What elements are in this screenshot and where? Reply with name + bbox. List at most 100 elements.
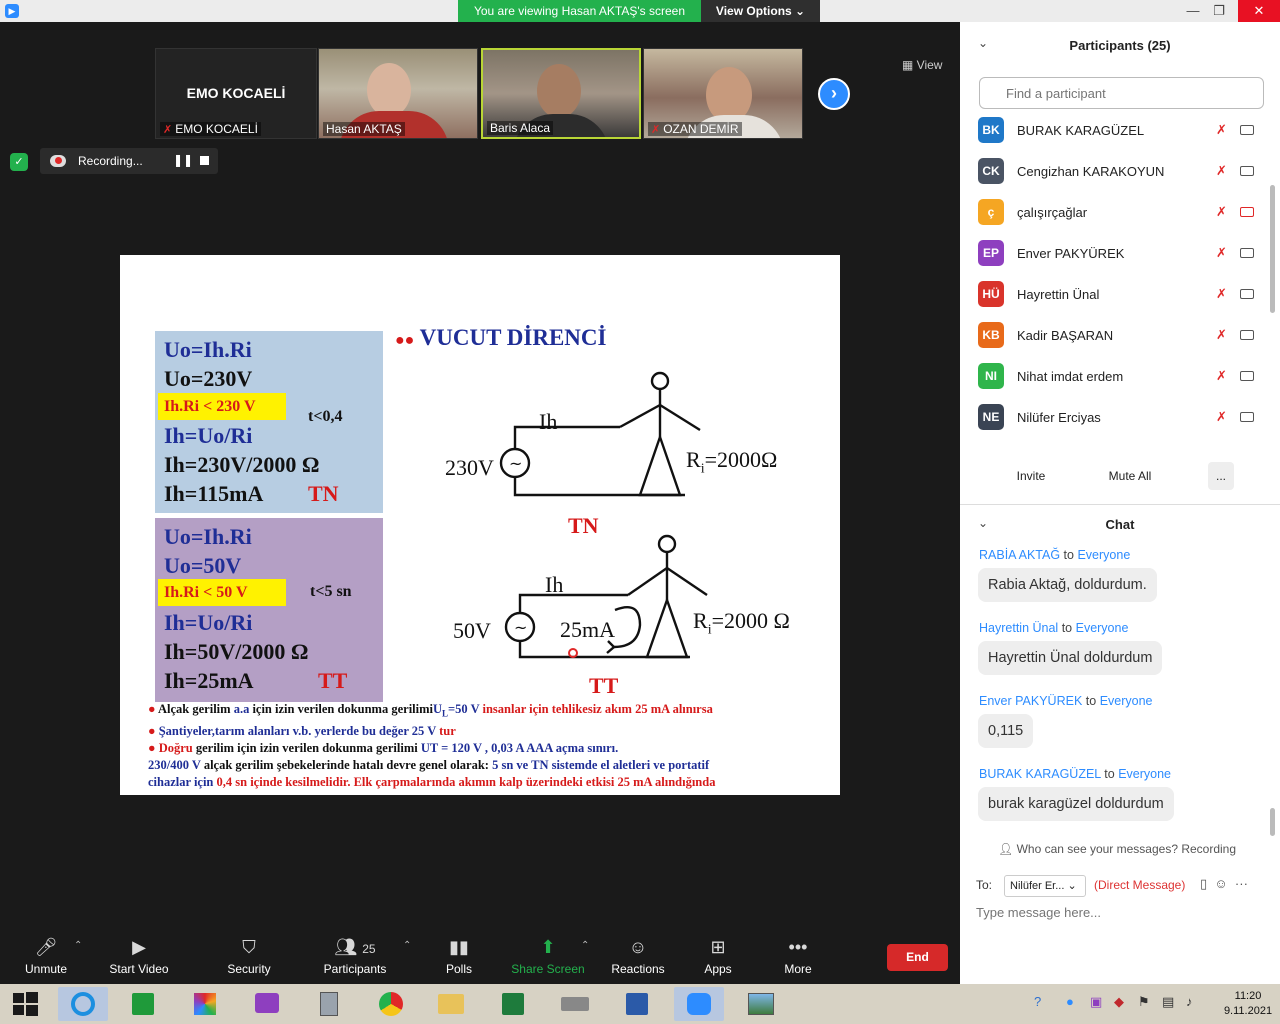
pause-recording-icon[interactable]: ❚❚ [173, 153, 193, 167]
close-window-button[interactable]: ✕ [1238, 0, 1280, 22]
tn-wire-bottom [513, 477, 685, 497]
participants-more-button[interactable]: ... [1208, 462, 1234, 490]
taskbar-zoom-icon[interactable] [674, 987, 724, 1021]
participant-row[interactable]: ç çalışırçağlar ✗ [960, 192, 1270, 233]
chat-sender[interactable]: Enver PAKYÜREK to Everyone [979, 694, 1153, 708]
taskbar-clock[interactable]: 11:20 9.11.2021 [1220, 989, 1276, 1019]
camera-icon[interactable] [1240, 330, 1254, 340]
tray-antivirus-icon[interactable]: ◆ [1114, 994, 1124, 1010]
restore-button[interactable]: ❐ [1204, 0, 1234, 22]
participant-row[interactable]: KB Kadir BAŞARAN ✗ [960, 315, 1270, 356]
camera-icon[interactable] [1240, 371, 1254, 381]
chat-more-icon[interactable]: ··· [1235, 876, 1248, 891]
tt-tilde: ~ [514, 618, 527, 637]
chat-message-input[interactable] [976, 905, 1266, 920]
taskbar-excel-icon[interactable] [488, 987, 538, 1021]
unmute-label: Unmute [24, 962, 68, 976]
participant-row[interactable]: CK Cengizhan KARAKOYUN ✗ [960, 151, 1270, 192]
participant-avatar: ç [978, 199, 1004, 225]
bullet-icon: ● [148, 723, 159, 738]
chat-sender[interactable]: Hayrettin Ünal to Everyone [979, 621, 1128, 635]
tray-network-icon[interactable]: ▤ [1162, 994, 1174, 1010]
apps-button[interactable]: ⊞ Apps [696, 932, 740, 984]
share-caret-icon[interactable]: ⌃ [581, 940, 589, 951]
taskbar-calculator-icon[interactable] [304, 987, 354, 1021]
chat-sender[interactable]: RABİA AKTAĞ to Everyone [979, 548, 1130, 562]
camera-icon[interactable] [1240, 412, 1254, 422]
mic-off-icon[interactable]: ✗ [1216, 409, 1227, 425]
mic-off-icon[interactable]: ✗ [1216, 122, 1227, 138]
security-button[interactable]: ⛉ Security [220, 932, 278, 984]
taskbar-explorer-icon[interactable] [426, 987, 476, 1021]
view-button[interactable]: ▦ View [902, 58, 942, 72]
apps-icon: ⊞ [710, 937, 726, 957]
participants-caret-icon[interactable]: ⌃ [403, 940, 411, 951]
participant-row[interactable]: NI Nihat imdat erdem ✗ [960, 356, 1270, 397]
mic-off-icon[interactable]: ✗ [1216, 327, 1227, 343]
file-icon[interactable]: ▯ [1200, 876, 1207, 891]
chat-sender[interactable]: BURAK KARAGÜZEL to Everyone [979, 767, 1171, 781]
video-tile-baris-alaca[interactable]: Baris Alaca [481, 48, 641, 139]
camera-icon[interactable] [1240, 248, 1254, 258]
participant-search-input[interactable] [979, 77, 1264, 109]
tray-zoom-icon[interactable]: ● [1066, 994, 1074, 1009]
taskbar-image-viewer-icon[interactable] [736, 987, 786, 1021]
taskbar-scanner-icon[interactable] [550, 987, 600, 1021]
security-label: Security [227, 962, 271, 976]
camera-icon[interactable] [1240, 289, 1254, 299]
video-off-icon: ▶ [132, 937, 146, 957]
participants-button[interactable]: 👥︎ 25 Participants [318, 932, 392, 984]
reactions-button[interactable]: ☺ Reactions [607, 932, 669, 984]
taskbar-chrome-icon[interactable] [366, 987, 416, 1021]
taskbar-store-icon[interactable] [118, 987, 168, 1021]
share-screen-button[interactable]: ⬆ Share Screen [508, 932, 588, 984]
start-button[interactable] [0, 984, 50, 1024]
mic-off-icon[interactable]: ✗ [1216, 163, 1227, 179]
tray-flag-icon[interactable]: ⚑ [1138, 994, 1150, 1010]
participant-row[interactable]: BK BURAK KARAGÜZEL ✗ [960, 110, 1270, 151]
invite-button[interactable]: Invite [1004, 462, 1058, 490]
audio-options-caret-icon[interactable]: ⌃ [74, 940, 82, 951]
polls-button[interactable]: ▮▮ Polls [436, 932, 482, 984]
tray-volume-icon[interactable]: ♪ [1186, 994, 1193, 1009]
taskbar-word-icon[interactable] [612, 987, 662, 1021]
tray-help-icon[interactable]: ? [1034, 994, 1041, 1009]
participant-row[interactable]: HÜ Hayrettin Ünal ✗ [960, 274, 1270, 315]
video-tile-hasan-aktas[interactable]: Hasan AKTAŞ [318, 48, 478, 139]
taskbar-ie-icon[interactable] [58, 987, 108, 1021]
unmute-button[interactable]: 🎤︎ Unmute [18, 932, 74, 984]
camera-icon[interactable] [1240, 125, 1254, 135]
chat-message-bubble: 0,115 [978, 714, 1034, 748]
camera-icon[interactable] [1240, 166, 1254, 176]
emoji-icon[interactable]: ☺ [1214, 876, 1227, 891]
chat-scrollbar[interactable] [1270, 808, 1275, 836]
security-shield-icon[interactable]: ✓ [10, 153, 28, 171]
video-tile-emo-kocaeli[interactable]: EMO KOCAELİ ✗ EMO KOCAELİ [155, 48, 317, 139]
note-text: =50 V [448, 702, 480, 716]
people-icon: 👤︎ [998, 842, 1017, 856]
taskbar-connect-icon[interactable] [242, 987, 292, 1021]
tile-name-label: Baris Alaca [487, 121, 554, 135]
mute-all-button[interactable]: Mute All [1098, 462, 1162, 490]
next-page-icon[interactable]: › [818, 78, 850, 110]
end-meeting-button[interactable]: End [887, 944, 948, 971]
camera-off-icon[interactable] [1240, 207, 1254, 217]
mic-off-icon[interactable]: ✗ [1216, 286, 1227, 302]
tn-person-head [650, 371, 670, 391]
participant-row[interactable]: EP Enver PAKYÜREK ✗ [960, 233, 1270, 274]
mic-off-icon[interactable]: ✗ [1216, 368, 1227, 384]
start-video-button[interactable]: ▶ Start Video [104, 932, 174, 984]
who-can-see-link[interactable]: 👤︎ Who can see your messages? Recording [998, 842, 1236, 856]
more-button[interactable]: ••• More [776, 932, 820, 984]
taskbar-photos-icon[interactable] [180, 987, 230, 1021]
recipient-select[interactable]: Nilüfer Er... ⌄ [1004, 875, 1086, 897]
recording-bar: Recording... ❚❚ [40, 148, 218, 174]
participant-row[interactable]: NE Nilüfer Erciyas ✗ [960, 397, 1270, 438]
mic-off-icon[interactable]: ✗ [1216, 245, 1227, 261]
video-tile-ozan-demir[interactable]: ✗ OZAN DEMİR [643, 48, 803, 139]
participants-scrollbar[interactable] [1270, 185, 1275, 313]
view-options-button[interactable]: View Options ⌄ [701, 0, 820, 22]
mic-off-icon[interactable]: ✗ [1216, 204, 1227, 220]
tray-app-icon[interactable]: ▣ [1090, 994, 1102, 1010]
stop-recording-icon[interactable] [200, 156, 209, 165]
